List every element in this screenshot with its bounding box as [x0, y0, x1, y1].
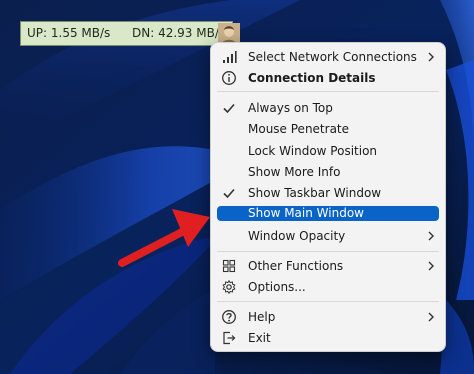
menu-item-mouse-penetrate[interactable]: Mouse Penetrate [217, 120, 439, 138]
menu-item-label: Show More Info [248, 165, 341, 179]
red-arrow-annotation [118, 209, 210, 267]
menu-separator [217, 301, 439, 302]
menu-item-show-more-info[interactable]: Show More Info [217, 163, 439, 181]
menu-separator [217, 91, 439, 92]
menu-item-label: Show Taskbar Window [248, 186, 382, 200]
chevron-right-icon [428, 312, 434, 322]
menu-item-label: Exit [248, 331, 271, 345]
menu-item-options[interactable]: Options... [217, 278, 439, 296]
menu-item-always-on-top[interactable]: Always on Top [217, 99, 439, 117]
network-speed-widget[interactable]: UP: 1.55 MB/s DN: 42.93 MB/s [20, 21, 240, 46]
menu-item-label: Select Network Connections [248, 50, 417, 64]
menu-separator [217, 251, 439, 252]
info-icon [222, 71, 236, 85]
menu-item-show-taskbar-window[interactable]: Show Taskbar Window [217, 184, 439, 202]
menu-item-label: Window Opacity [248, 229, 346, 243]
menu-item-label: Other Functions [248, 259, 344, 273]
help-icon [222, 310, 236, 324]
menu-item-other-functions[interactable]: Other Functions [217, 257, 439, 275]
chevron-right-icon [428, 231, 434, 241]
menu-item-label: Lock Window Position [248, 144, 378, 158]
menu-item-label: Help [248, 310, 276, 324]
menu-item-show-main-window[interactable]: Show Main Window [217, 206, 439, 221]
menu-item-label: Connection Details [248, 71, 376, 85]
gear-icon [222, 279, 236, 295]
menu-item-label: Always on Top [248, 101, 333, 115]
upload-speed-text: UP: 1.55 MB/s [27, 26, 111, 40]
checkmark-icon [223, 103, 235, 114]
menu-item-label: Mouse Penetrate [248, 122, 350, 136]
signal-bars-icon [223, 51, 237, 63]
menu-item-label: Options... [248, 280, 306, 294]
desktop: UP: 1.55 MB/s DN: 42.93 MB/s Select Netw… [0, 0, 474, 374]
menu-item-lock-window-position[interactable]: Lock Window Position [217, 142, 439, 160]
exit-icon [223, 331, 236, 345]
grid-icon [222, 259, 236, 273]
menu-item-exit[interactable]: Exit [217, 329, 439, 347]
menu-item-connection-details[interactable]: Connection Details [217, 69, 439, 87]
context-menu: Select Network Connections Connection De… [210, 42, 446, 352]
menu-item-select-network-connections[interactable]: Select Network Connections [217, 48, 439, 66]
menu-item-help[interactable]: Help [217, 308, 439, 326]
chevron-right-icon [428, 261, 434, 271]
chevron-right-icon [428, 52, 434, 62]
checkmark-icon [223, 188, 235, 199]
menu-item-window-opacity[interactable]: Window Opacity [217, 227, 439, 245]
menu-item-label: Show Main Window [248, 206, 364, 220]
download-speed-text: DN: 42.93 MB/s [132, 26, 226, 40]
